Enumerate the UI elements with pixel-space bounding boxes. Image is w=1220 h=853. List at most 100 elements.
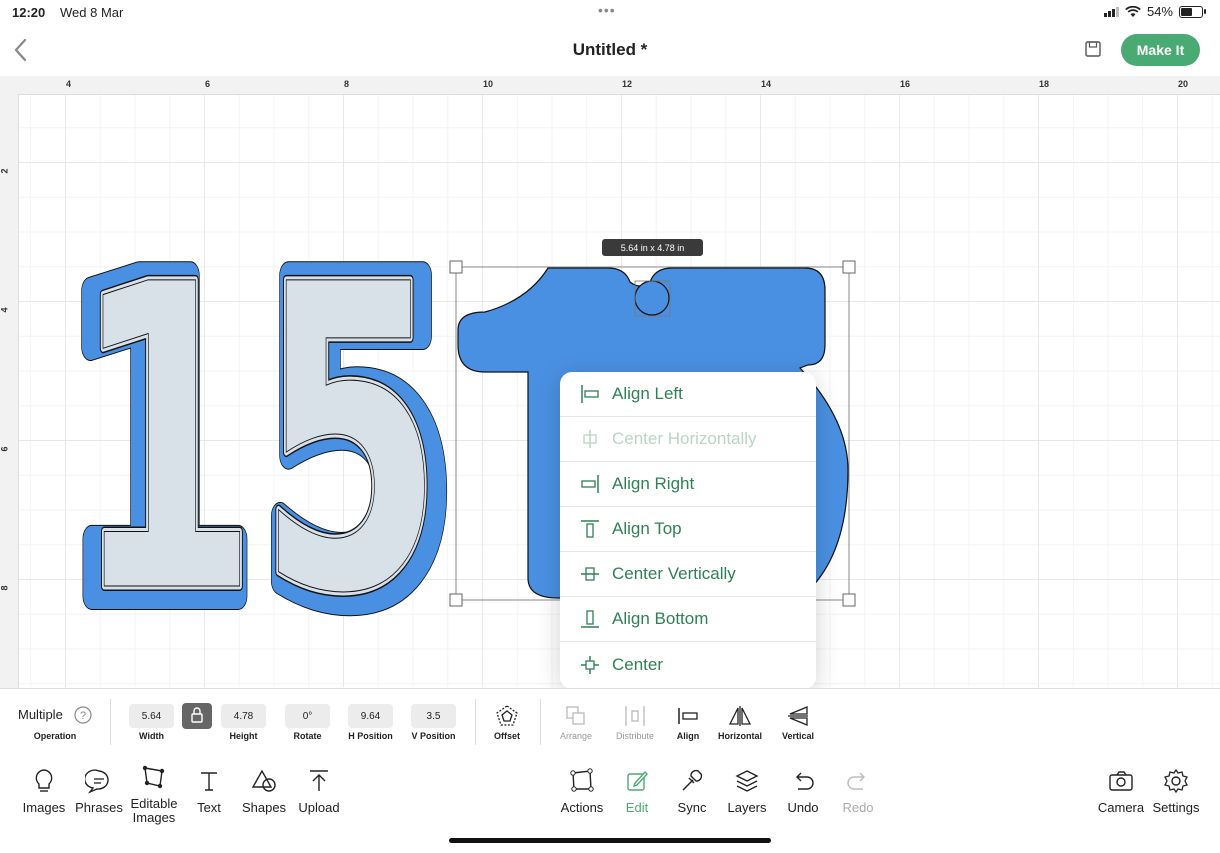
operation-label: Operation <box>33 731 77 741</box>
multitasking-dots[interactable]: ••• <box>598 2 616 18</box>
actions-label: Actions <box>560 800 604 815</box>
v-position-label: V Position <box>411 731 456 741</box>
width-label: Width <box>139 731 164 741</box>
shapes-button[interactable]: Shapes <box>236 767 292 815</box>
distribute-icon[interactable] <box>622 703 648 729</box>
settings-button[interactable]: Settings <box>1148 767 1204 815</box>
speech-bubble-icon <box>85 769 109 794</box>
images-button[interactable]: Images <box>16 767 72 815</box>
operation-value[interactable]: Multiple <box>18 707 63 722</box>
sync-label: Sync <box>677 800 707 815</box>
actions-button[interactable]: Actions <box>554 767 610 815</box>
ruler-tick: 18 <box>1039 79 1050 89</box>
layered-15-design[interactable]: 15 15 15 15 15 <box>44 174 472 687</box>
upload-label: Upload <box>298 800 340 815</box>
resize-handle[interactable] <box>842 260 856 274</box>
menu-item-label: Center <box>612 654 664 674</box>
menu-item-label: Center Horizontally <box>612 429 757 448</box>
flip-vertical-icon[interactable] <box>785 703 811 729</box>
battery-icon <box>1179 5 1203 18</box>
menu-center[interactable]: Center <box>560 642 816 687</box>
phrases-label: Phrases <box>75 800 123 815</box>
width-input[interactable]: 5.64 <box>129 704 174 728</box>
save-icon[interactable] <box>1083 39 1103 59</box>
upload-icon <box>310 770 328 791</box>
document-title: Untitled * <box>572 40 648 59</box>
resize-handle[interactable] <box>842 593 856 607</box>
design-15-core: 15 <box>73 197 443 686</box>
edit-toolbar: Multiple ? Operation 5.64 Width 4.78 Hei… <box>0 688 1220 756</box>
sync-button[interactable]: Sync <box>664 767 720 815</box>
camera-label: Camera <box>1097 800 1145 815</box>
offset-icon[interactable] <box>494 703 520 729</box>
upload-button[interactable]: Upload <box>291 767 347 815</box>
menu-align-bottom[interactable]: Align Bottom <box>560 597 816 642</box>
ruler-tick: 16 <box>900 79 911 89</box>
shapes-icon <box>251 769 276 792</box>
ruler-tick: 20 <box>1178 79 1189 89</box>
make-it-button[interactable]: Make It <box>1121 34 1200 66</box>
menu-align-left[interactable]: Align Left <box>560 372 816 417</box>
editable-images-button[interactable]: Editable Images <box>124 763 184 825</box>
lock-ratio-button[interactable] <box>182 703 212 729</box>
status-date: Wed 8 Mar <box>60 5 124 20</box>
align-bottom-icon <box>581 610 599 628</box>
menu-item-label: Align Left <box>612 384 683 403</box>
status-time: 12:20 <box>12 5 46 20</box>
settings-label: Settings <box>1152 800 1200 815</box>
home-indicator[interactable] <box>449 838 771 843</box>
status-indicators: 54% <box>1103 4 1206 19</box>
phrases-button[interactable]: Phrases <box>71 767 127 815</box>
undo-icon <box>796 772 814 790</box>
arrange-label: Arrange <box>559 731 593 741</box>
ruler-tick: 4 <box>0 307 10 313</box>
undo-label: Undo <box>787 800 819 815</box>
v-position-input[interactable]: 3.5 <box>411 704 456 728</box>
layers-button[interactable]: Layers <box>719 767 775 815</box>
align-icon[interactable] <box>675 703 701 729</box>
menu-center-horizontally[interactable]: Center Horizontally <box>560 417 816 462</box>
camera-button[interactable]: Camera <box>1093 767 1149 815</box>
ruler-tick: 8 <box>0 585 10 591</box>
flip-horizontal-icon[interactable] <box>727 703 753 729</box>
camera-icon <box>1109 771 1133 791</box>
images-label: Images <box>22 800 66 815</box>
text-button[interactable]: Text <box>181 767 237 815</box>
help-icon[interactable]: ? <box>74 706 92 724</box>
resize-handle[interactable] <box>449 260 463 274</box>
undo-button[interactable]: Undo <box>775 767 831 815</box>
lightbulb-icon <box>35 769 53 792</box>
edit-icon <box>627 770 648 791</box>
redo-button[interactable]: Redo <box>830 767 886 815</box>
offset-label: Offset <box>493 731 520 741</box>
align-menu: Align Left Center Horizontally Align Rig… <box>560 372 816 689</box>
align-label: Align <box>676 731 700 741</box>
rotate-input[interactable]: 0° <box>285 704 330 728</box>
ruler-tick: 14 <box>761 79 772 89</box>
align-top-icon <box>581 520 599 538</box>
battery-percent: 54% <box>1146 4 1173 19</box>
h-position-input[interactable]: 9.64 <box>348 704 393 728</box>
arrange-icon[interactable] <box>563 703 589 729</box>
menu-item-label: Align Right <box>612 474 695 493</box>
menu-item-label: Align Top <box>612 519 682 538</box>
rotate-label: Rotate <box>293 731 322 741</box>
resize-handle[interactable] <box>449 593 463 607</box>
shapes-label: Shapes <box>241 800 287 815</box>
ruler-tick: 10 <box>483 79 494 89</box>
menu-item-label: Center Vertically <box>612 564 736 583</box>
redo-icon <box>847 772 865 790</box>
edit-button[interactable]: Edit <box>609 767 665 815</box>
menu-align-right[interactable]: Align Right <box>560 462 816 507</box>
status-bar: 12:20 Wed 8 Mar ••• 54% <box>0 0 1220 24</box>
wifi-icon <box>1125 5 1141 17</box>
gear-icon <box>1164 768 1188 794</box>
layers-label: Layers <box>727 800 767 815</box>
height-input[interactable]: 4.78 <box>221 704 266 728</box>
lock-icon <box>191 707 203 723</box>
menu-align-top[interactable]: Align Top <box>560 507 816 552</box>
horizontal-label: Horizontal <box>718 731 762 741</box>
h-position-label: H Position <box>348 731 393 741</box>
menu-center-vertically[interactable]: Center Vertically <box>560 552 816 597</box>
ruler-tick: 8 <box>344 79 350 89</box>
